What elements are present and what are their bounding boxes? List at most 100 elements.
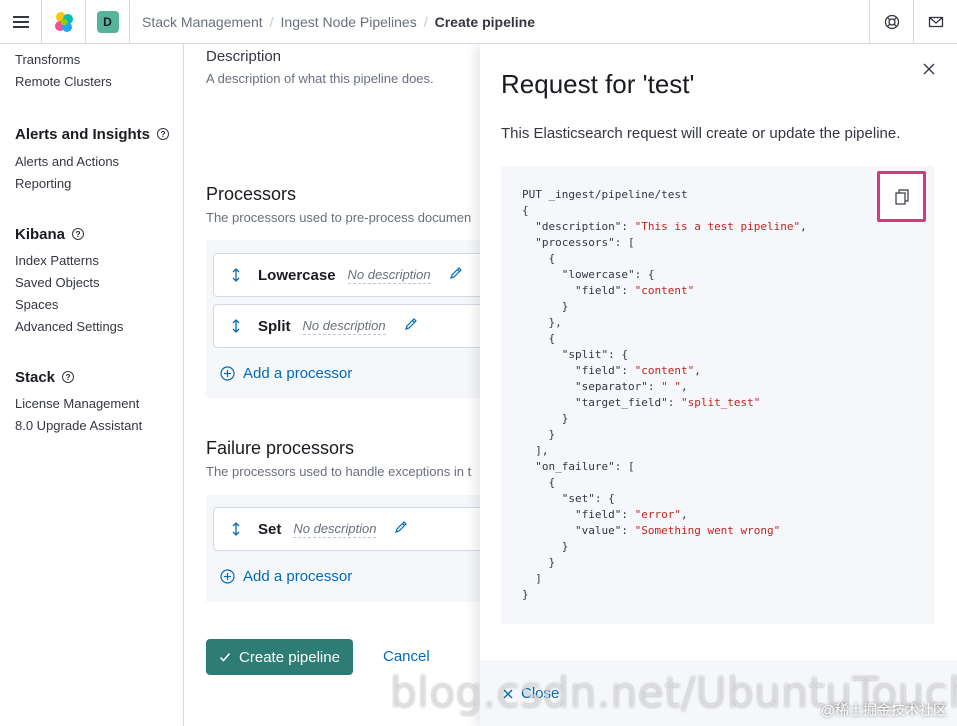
processor-name: Set bbox=[258, 520, 282, 538]
code-line: } bbox=[522, 300, 569, 313]
breadcrumb-stack-management[interactable]: Stack Management bbox=[142, 14, 263, 30]
code-line: "set": { bbox=[522, 492, 615, 505]
flyout-close-button[interactable] bbox=[923, 62, 939, 78]
request-code[interactable]: PUT _ingest/pipeline/test { "description"… bbox=[522, 187, 807, 603]
sidebar-section-title: Stack ? bbox=[15, 366, 142, 388]
elastic-logo[interactable] bbox=[42, 0, 86, 44]
plus-circle-icon bbox=[220, 366, 235, 381]
top-header: D Stack Management / Ingest Node Pipelin… bbox=[0, 0, 957, 44]
help-icon[interactable]: ? bbox=[72, 228, 85, 240]
section-title-text: Kibana bbox=[15, 225, 66, 243]
add-failure-processor-button[interactable]: Add a processor bbox=[220, 568, 352, 585]
sidebar-section-stack: Stack ? License Management 8.0 Upgrade A… bbox=[15, 366, 142, 437]
code-line: } bbox=[522, 556, 556, 569]
breadcrumb-ingest-pipelines[interactable]: Ingest Node Pipelines bbox=[281, 14, 417, 30]
failure-processors-description: The processors used to handle exceptions… bbox=[206, 464, 472, 479]
sidebar-item-remote-clusters[interactable]: Remote Clusters bbox=[15, 71, 112, 93]
code-line: "separator": " ", bbox=[522, 380, 688, 393]
sidebar-item-alerts-actions[interactable]: Alerts and Actions bbox=[15, 151, 169, 173]
mail-icon bbox=[928, 16, 943, 28]
sidebar-item-license-management[interactable]: License Management bbox=[15, 393, 142, 415]
processor-description[interactable]: No description bbox=[347, 267, 431, 284]
drag-handle-icon[interactable] bbox=[214, 268, 258, 282]
code-line: "field": "error", bbox=[522, 508, 688, 521]
code-line: "split": { bbox=[522, 348, 628, 361]
header-actions bbox=[869, 0, 957, 44]
space-selector[interactable]: D bbox=[86, 0, 130, 44]
add-processor-label: Add a processor bbox=[243, 365, 353, 382]
sidebar-item-advanced-settings[interactable]: Advanced Settings bbox=[15, 316, 123, 338]
copy-to-clipboard-button[interactable] bbox=[877, 171, 926, 222]
code-line: { bbox=[522, 204, 529, 217]
processor-name: Lowercase bbox=[258, 266, 336, 284]
pencil-icon[interactable] bbox=[394, 520, 408, 539]
code-line: "description": "This is a test pipeline"… bbox=[522, 220, 807, 233]
check-icon bbox=[220, 653, 231, 662]
processor-description[interactable]: No description bbox=[302, 318, 386, 335]
add-processor-label: Add a processor bbox=[243, 568, 353, 585]
sidebar-group-top: Transforms Remote Clusters bbox=[15, 49, 112, 93]
pencil-icon[interactable] bbox=[449, 266, 463, 285]
lifebuoy-icon bbox=[884, 14, 899, 30]
cancel-button[interactable]: Cancel bbox=[383, 648, 430, 665]
code-line: "value": "Something went wrong" bbox=[522, 524, 781, 537]
menu-toggle-button[interactable] bbox=[0, 0, 42, 44]
processor-name: Split bbox=[258, 317, 291, 335]
sidebar-section-title: Alerts and Insights ? bbox=[15, 123, 170, 145]
processors-description: The processors used to pre-process docum… bbox=[206, 210, 472, 225]
drag-handle-icon[interactable] bbox=[214, 319, 258, 333]
code-line: } bbox=[522, 540, 569, 553]
elastic-logo-icon bbox=[54, 11, 73, 32]
hamburger-icon bbox=[12, 15, 29, 28]
sidebar-item-index-patterns[interactable]: Index Patterns bbox=[15, 250, 123, 272]
sidebar-item-spaces[interactable]: Spaces bbox=[15, 294, 123, 316]
close-icon bbox=[923, 63, 935, 75]
failure-processors-title: Failure processors bbox=[206, 438, 355, 458]
breadcrumb-separator: / bbox=[423, 13, 428, 30]
help-icon[interactable]: ? bbox=[62, 371, 75, 383]
sidebar-section-kibana: Kibana ? Index Patterns Saved Objects Sp… bbox=[15, 223, 123, 338]
space-avatar: D bbox=[96, 10, 119, 33]
breadcrumb-separator: / bbox=[269, 13, 274, 30]
processor-row[interactable]: Split No description bbox=[213, 304, 480, 348]
code-line: { bbox=[522, 476, 556, 489]
plus-circle-icon bbox=[220, 569, 235, 584]
add-processor-button[interactable]: Add a processor bbox=[220, 365, 352, 382]
code-line: "on_failure": [ bbox=[522, 460, 635, 473]
code-line: ], bbox=[522, 444, 549, 457]
code-line: { bbox=[522, 332, 556, 345]
create-pipeline-label: Create pipeline bbox=[239, 648, 340, 666]
flyout-description: This Elasticsearch request will create o… bbox=[501, 125, 901, 142]
code-line: { bbox=[522, 252, 556, 265]
pipeline-form-area: Description A description of what this p… bbox=[184, 44, 480, 714]
drag-handle-icon[interactable] bbox=[214, 522, 258, 536]
create-pipeline-button[interactable]: Create pipeline bbox=[206, 639, 353, 675]
pencil-icon[interactable] bbox=[404, 317, 418, 336]
code-line: } bbox=[522, 588, 529, 601]
section-title-text: Stack bbox=[15, 368, 56, 386]
failure-processors-panel: Set No description Add a processor bbox=[206, 495, 480, 602]
sidebar-section-title: Kibana ? bbox=[15, 223, 123, 245]
help-menu-button[interactable] bbox=[869, 0, 913, 44]
sidebar-item-upgrade-assistant[interactable]: 8.0 Upgrade Assistant bbox=[15, 415, 142, 437]
sidebar-item-transforms[interactable]: Transforms bbox=[15, 49, 112, 71]
processor-description[interactable]: No description bbox=[293, 521, 377, 538]
code-line: PUT _ingest/pipeline/test bbox=[522, 188, 688, 201]
failure-processor-row[interactable]: Set No description bbox=[213, 507, 480, 551]
sidebar-item-saved-objects[interactable]: Saved Objects bbox=[15, 272, 123, 294]
section-title-text: Alerts and Insights bbox=[15, 125, 151, 143]
flyout-title: Request for 'test' bbox=[501, 69, 695, 99]
code-line: "field": "content" bbox=[522, 284, 695, 297]
help-icon[interactable]: ? bbox=[157, 128, 170, 140]
processors-panel: Lowercase No description Split No descri… bbox=[206, 240, 480, 398]
code-line: } bbox=[522, 428, 556, 441]
breadcrumb: Stack Management / Ingest Node Pipelines… bbox=[130, 14, 535, 30]
code-line: "processors": [ bbox=[522, 236, 635, 249]
sidebar-item-reporting[interactable]: Reporting bbox=[15, 173, 169, 195]
processor-row[interactable]: Lowercase No description bbox=[213, 253, 480, 297]
description-help-text: A description of what this pipeline does… bbox=[206, 71, 434, 86]
code-line: ] bbox=[522, 572, 542, 585]
newsfeed-button[interactable] bbox=[913, 0, 957, 44]
request-code-block: PUT _ingest/pipeline/test { "description"… bbox=[501, 166, 934, 624]
code-line: } bbox=[522, 412, 569, 425]
